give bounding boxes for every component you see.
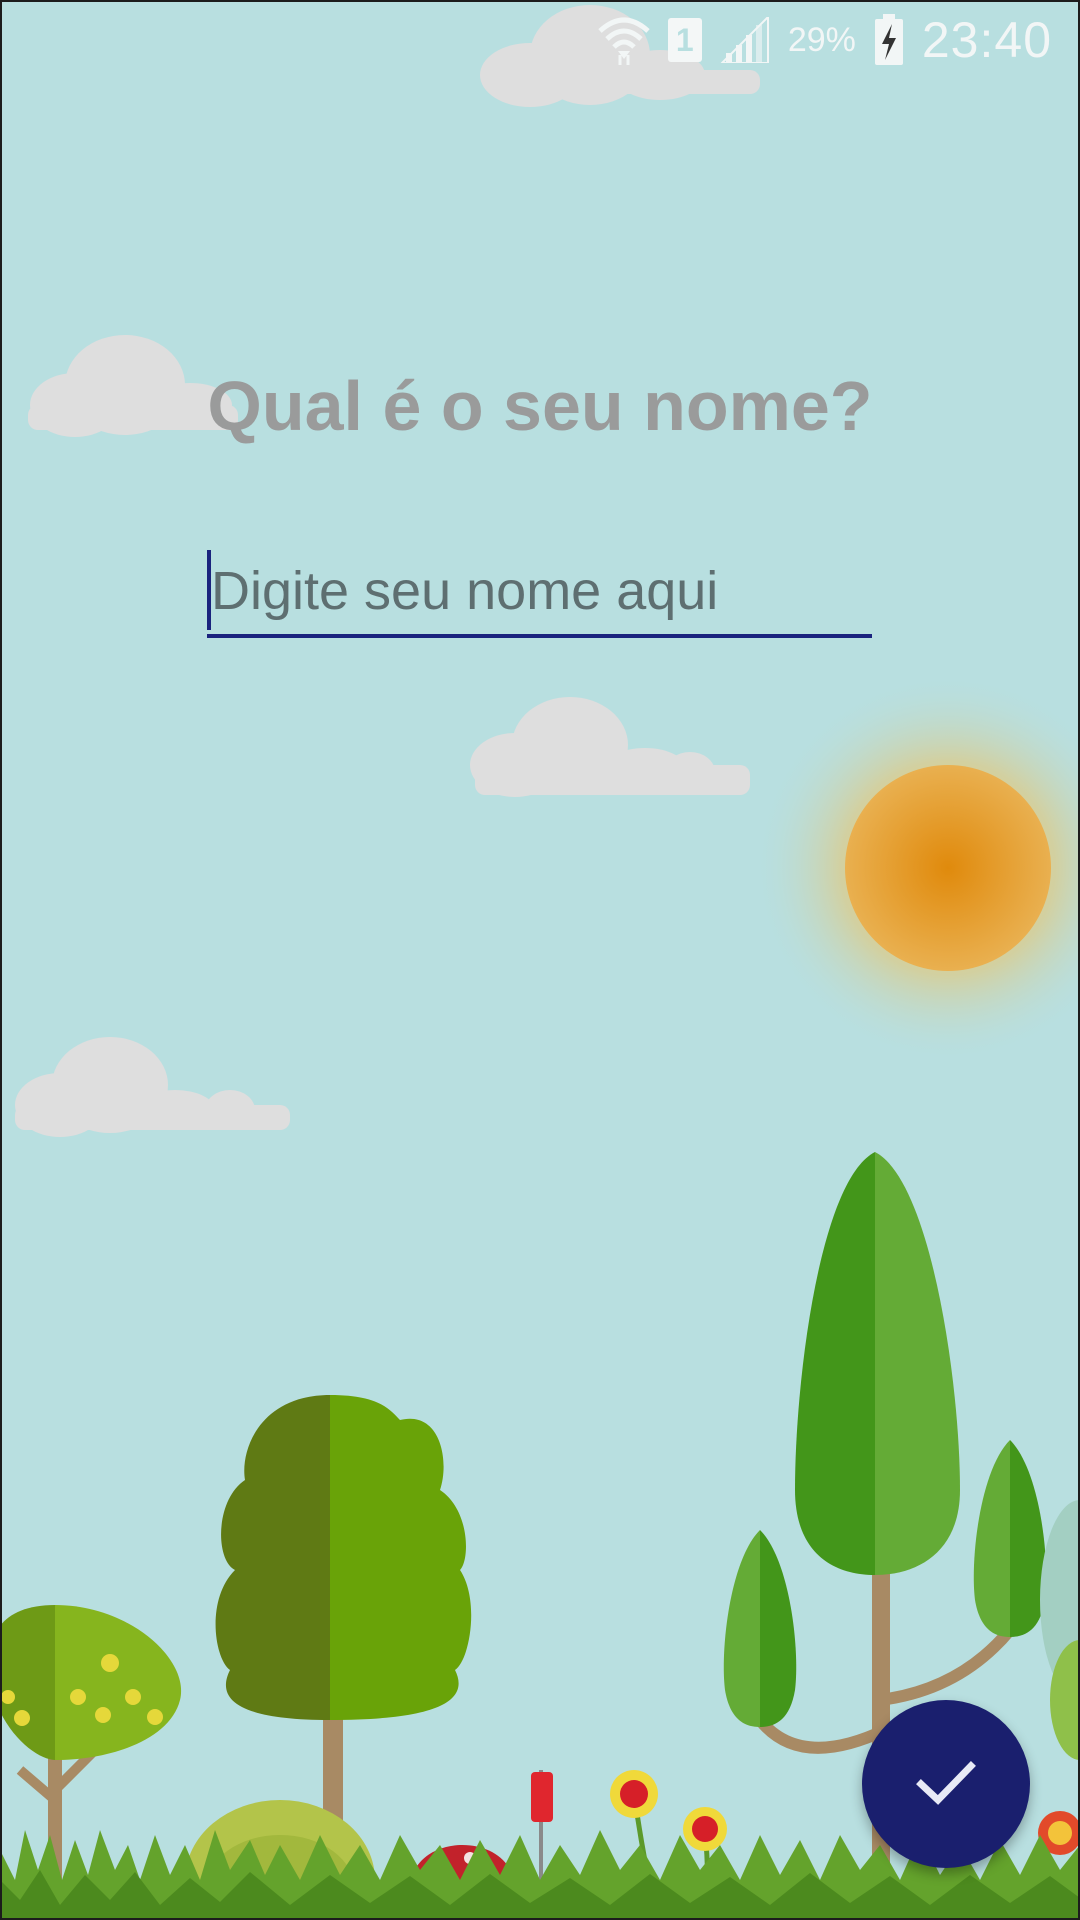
background-scene xyxy=(0,5,1080,1920)
battery-percent: 29% xyxy=(787,20,856,59)
sim-icon: 1 xyxy=(667,18,702,62)
confirm-button[interactable] xyxy=(862,1700,1030,1868)
sun xyxy=(753,673,1080,1063)
battery-charging-icon xyxy=(874,14,904,66)
signal-icon xyxy=(720,17,770,63)
cloud xyxy=(15,1037,290,1137)
status-clock: 23:40 xyxy=(921,12,1052,68)
text-cursor xyxy=(207,550,211,630)
app-screen: 1 29% 23:40 Qual é o seu nome? xyxy=(0,0,1080,1920)
wifi-icon xyxy=(598,15,650,65)
status-bar: 1 29% 23:40 xyxy=(0,0,1080,80)
name-question-title: Qual é o seu nome? xyxy=(207,367,873,445)
check-icon xyxy=(916,1760,976,1809)
name-input[interactable] xyxy=(207,548,872,638)
sim-slot-label: 1 xyxy=(667,18,702,62)
cloud xyxy=(470,697,750,797)
